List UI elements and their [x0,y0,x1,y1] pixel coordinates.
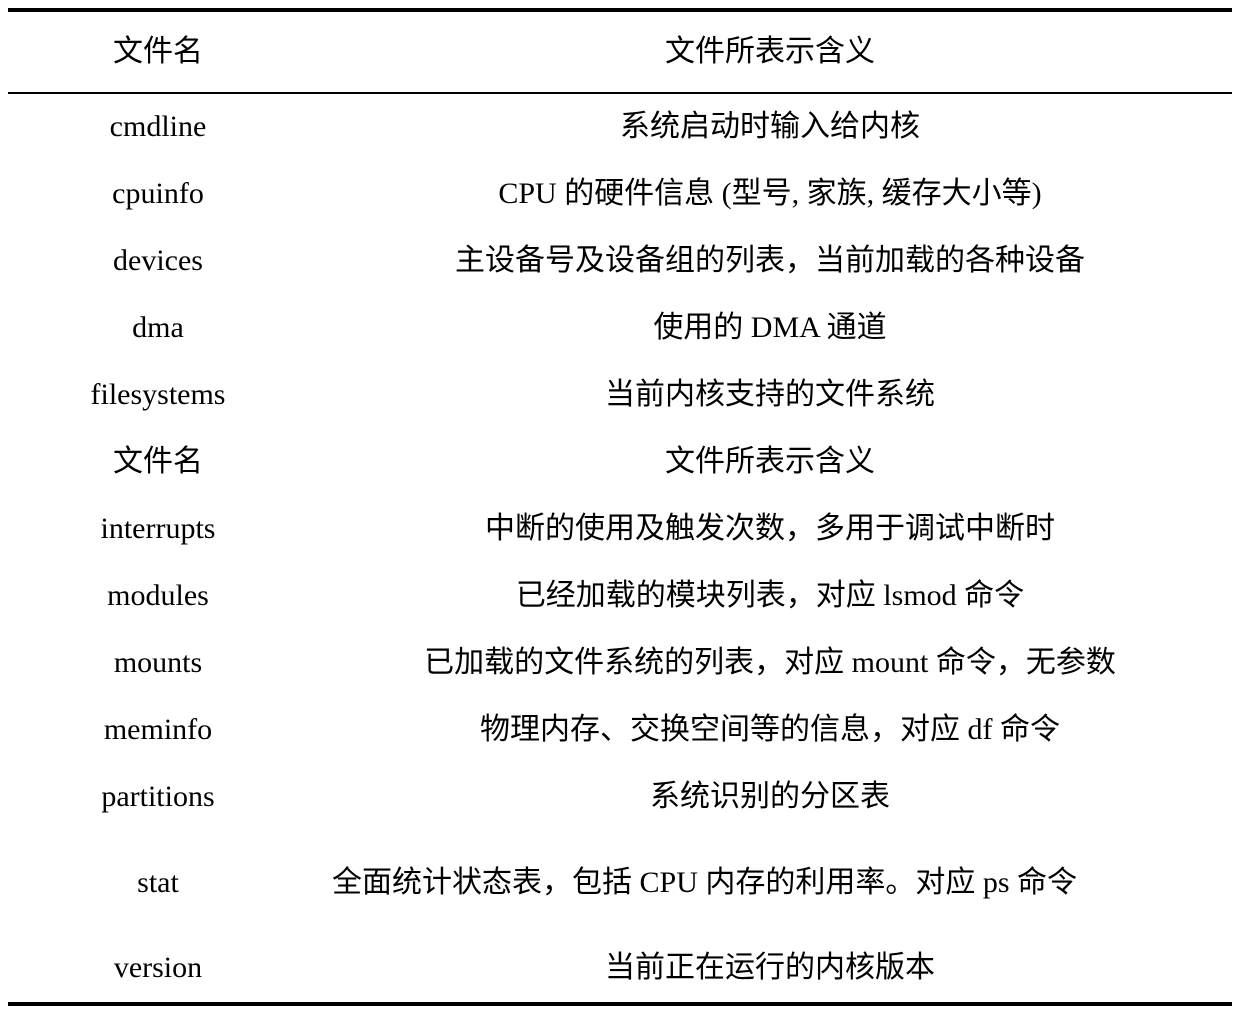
cell-meaning: 当前内核支持的文件系统 [308,362,1232,429]
cell-meaning-text: 全面统计状态表，包括 CPU 内存的利用率。对应 ps 命令 [332,865,1078,899]
table-row: dma 使用的 DMA 通道 [8,295,1232,362]
cell-meaning-text: 主设备号及设备组的列表，当前加载的各种设备 [455,244,1085,278]
cell-filename: cpuinfo [112,177,204,211]
cell-meaning-text: 物理内存、交换空间等的信息，对应 df 命令 [480,713,1060,747]
cell-filename: stat [137,865,179,899]
cell-meaning: 已经加载的模块列表，对应 lsmod 命令 [308,563,1232,630]
cell-meaning-text: 中断的使用及触发次数，多用于调试中断时 [485,512,1055,546]
table-row: mounts 已加载的文件系统的列表，对应 mount 命令，无参数 [8,630,1232,697]
cell-meaning: 使用的 DMA 通道 [308,295,1232,362]
cell-meaning-text: 文件所表示含义 [665,445,875,479]
cell-meaning-text: 使用的 DMA 通道 [653,311,887,345]
cell-meaning: 已加载的文件系统的列表，对应 mount 命令，无参数 [308,630,1232,697]
cell-meaning: 中断的使用及触发次数，多用于调试中断时 [308,496,1232,563]
table-row: stat 全面统计状态表，包括 CPU 内存的利用率。对应 ps 命令 [8,831,1232,935]
cell-filename: modules [107,579,209,613]
cell-meaning-text: 当前正在运行的内核版本 [605,951,935,985]
proc-table-body: cmdline 系统启动时输入给内核 cpuinfo CPU 的硬件信息 (型号… [8,94,1232,1002]
cell-meaning: 文件所表示含义 [308,429,1232,496]
cell-filename: cmdline [109,110,207,144]
cell-filename: devices [113,244,203,278]
cell-filename: filesystems [90,378,226,412]
column-header-filename: 文件名 [113,34,203,68]
cell-filename: interrupts [100,512,216,546]
table-row: meminfo 物理内存、交换空间等的信息，对应 df 命令 [8,697,1232,764]
cell-meaning: 主设备号及设备组的列表，当前加载的各种设备 [308,228,1232,295]
cell-meaning-text: 已经加载的模块列表，对应 lsmod 命令 [515,579,1025,613]
cell-meaning: 物理内存、交换空间等的信息，对应 df 命令 [308,697,1232,764]
table-repeated-header-row: 文件名 文件所表示含义 [8,429,1232,496]
table-row: cmdline 系统启动时输入给内核 [8,94,1232,161]
cell-meaning: 当前正在运行的内核版本 [308,935,1232,1002]
proc-table: 文件名 文件所表示含义 [8,12,1232,92]
table-row: cpuinfo CPU 的硬件信息 (型号, 家族, 缓存大小等) [8,161,1232,228]
table-row: modules 已经加载的模块列表，对应 lsmod 命令 [8,563,1232,630]
cell-meaning-text: 系统启动时输入给内核 [620,110,920,144]
cell-meaning-text: 已加载的文件系统的列表，对应 mount 命令，无参数 [424,646,1116,680]
cell-meaning: 全面统计状态表，包括 CPU 内存的利用率。对应 ps 命令 [308,831,1232,935]
cell-filename: version [113,951,203,985]
proc-table-container: 文件名 文件所表示含义 cmdline 系统启动时输入给内核 cpuinfo C… [8,8,1232,1006]
table-header-row: 文件名 文件所表示含义 [8,12,1232,92]
cell-meaning-text: 系统识别的分区表 [650,780,890,814]
table-row: partitions 系统识别的分区表 [8,764,1232,831]
table-row: devices 主设备号及设备组的列表，当前加载的各种设备 [8,228,1232,295]
table-row: filesystems 当前内核支持的文件系统 [8,362,1232,429]
cell-meaning-text: 当前内核支持的文件系统 [605,378,935,412]
table-row: interrupts 中断的使用及触发次数，多用于调试中断时 [8,496,1232,563]
cell-filename: mounts [113,646,203,680]
cell-filename: 文件名 [113,445,203,479]
cell-meaning: 系统识别的分区表 [308,764,1232,831]
cell-filename: partitions [101,780,215,814]
cell-meaning-text: CPU 的硬件信息 (型号, 家族, 缓存大小等) [498,177,1042,211]
cell-meaning: 系统启动时输入给内核 [308,94,1232,161]
cell-filename: dma [132,311,184,345]
cell-filename: meminfo [103,713,213,747]
column-header-meaning: 文件所表示含义 [665,34,875,68]
table-bottom-rule [8,1002,1232,1006]
table-row: version 当前正在运行的内核版本 [8,935,1232,1002]
cell-meaning: CPU 的硬件信息 (型号, 家族, 缓存大小等) [308,161,1232,228]
